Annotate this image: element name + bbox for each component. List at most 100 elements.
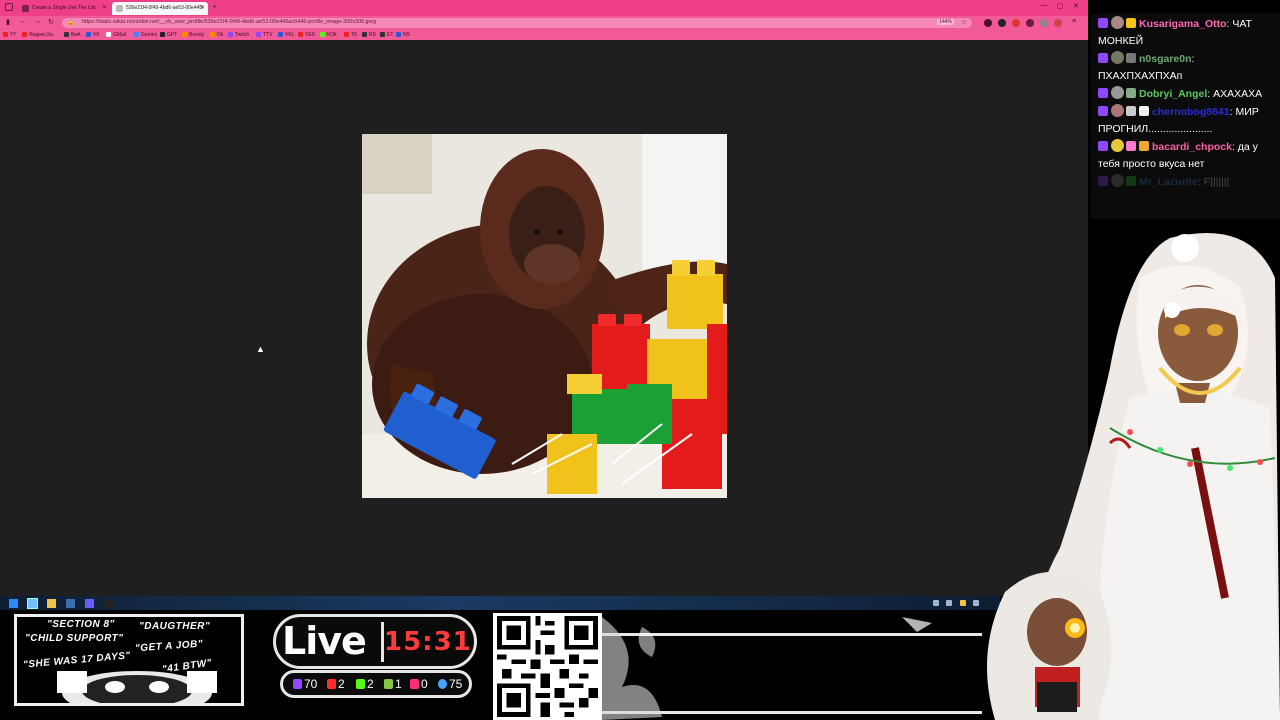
forward-icon[interactable]: →: [34, 18, 41, 25]
menu-icon[interactable]: ≡: [1072, 18, 1076, 25]
tab-label: 536e21f4-0f49-4bd6-ae53-00e445: [126, 5, 203, 11]
kick-viewers: 2: [356, 677, 374, 691]
bookmark-item[interactable]: RS: [362, 32, 376, 38]
kick-icon: [356, 679, 365, 689]
bookmark-item[interactable]: VK: [86, 32, 100, 38]
browser-toolbar: ▮ ← → ↻ 🔒 https://static.wikia.nocookie.…: [0, 16, 1088, 30]
bookmark-item[interactable]: ТК: [344, 32, 357, 38]
chat-username[interactable]: Mr_Lazurite: [1139, 176, 1198, 188]
tray-icon[interactable]: [946, 600, 952, 606]
badge-icon: [1126, 53, 1136, 63]
crying-face-icon: [57, 671, 217, 703]
user-icon: [438, 679, 447, 689]
chat-username[interactable]: Kusarigama_Otto: [1139, 18, 1227, 30]
tab-tier-list[interactable]: Create a Single Use Tier List ✕: [18, 2, 110, 15]
sidebar-toggle-icon[interactable]: ▮: [6, 18, 10, 26]
folder-icon[interactable]: [47, 599, 56, 608]
youtube-icon: [327, 679, 336, 689]
close-icon[interactable]: ✕: [102, 2, 107, 15]
extension-icon[interactable]: [984, 19, 992, 27]
subscriber-badge-icon: [1098, 88, 1108, 98]
search-icon[interactable]: [27, 598, 38, 609]
profile-icon[interactable]: [1054, 19, 1062, 27]
new-tab-icon[interactable]: +: [212, 2, 217, 11]
meme-text: "DAUGTHER": [139, 621, 211, 632]
back-icon[interactable]: ←: [20, 18, 27, 25]
bookmark-item[interactable]: Gemini: [134, 32, 157, 38]
chat-message: Mr_Lazurite: F|||||||: [1098, 174, 1276, 191]
twitch-viewers: 70: [293, 677, 317, 691]
tray-icon[interactable]: [960, 600, 966, 606]
bookmark-item[interactable]: YES: [298, 32, 315, 38]
bookmark-item[interactable]: TTV: [256, 32, 272, 38]
favicon-icon: [22, 5, 29, 12]
minimize-icon[interactable]: —: [1036, 2, 1052, 9]
tab-menu-icon[interactable]: [5, 3, 13, 11]
bookmark-item[interactable]: ET: [380, 32, 393, 38]
chat-message: chernobog8641: МИР ПРОГНИЛ..............…: [1098, 104, 1259, 135]
live-indicator: Live 15:31: [273, 614, 477, 669]
avatar: [1111, 104, 1124, 117]
tray-icon[interactable]: [933, 600, 939, 606]
tab-image[interactable]: 536e21f4-0f49-4bd6-ae53-00e445 ✕: [112, 2, 208, 15]
bookmark-item[interactable]: Яндекс.Ка: [22, 32, 53, 38]
avatar: [1111, 86, 1124, 99]
app-icon[interactable]: [66, 599, 75, 608]
bookmark-item[interactable]: Boosty: [182, 32, 204, 38]
orangutan-lego-image[interactable]: [362, 134, 727, 498]
app-icon[interactable]: [85, 599, 94, 608]
zoom-indicator[interactable]: 144%: [937, 19, 954, 25]
vkplay-viewers: 0: [410, 677, 428, 691]
stream-chat: Kusarigama_Otto: ЧАТ МОНКЕЙ n0sgare0n: П…: [1091, 14, 1280, 218]
qr-code[interactable]: [493, 613, 602, 720]
badge-icon: [1139, 141, 1149, 151]
address-bar[interactable]: 🔒 https://static.wikia.nocookie.net/__cb…: [62, 18, 972, 28]
avatar: [1111, 16, 1124, 29]
rumble-viewers: 1: [384, 677, 402, 691]
meme-panel: "SECTION 8" "DAUGTHER" "CHILD SUPPORT" "…: [14, 614, 244, 706]
stream-clock: 15:31: [381, 622, 471, 662]
extension-icon[interactable]: [998, 19, 1006, 27]
badge-icon: [1126, 141, 1136, 151]
orangutan-illustration: [362, 134, 727, 498]
crown-badge-icon: [1126, 18, 1136, 28]
meme-text: "CHILD SUPPORT": [25, 633, 124, 644]
windows-start-icon[interactable]: [9, 599, 18, 608]
chat-username[interactable]: n0sgare0n: [1139, 53, 1192, 65]
bookmark-item[interactable]: Twitch: [228, 32, 249, 38]
bookmark-star-icon[interactable]: ☆: [961, 18, 967, 26]
subscriber-badge-icon: [1098, 53, 1108, 63]
bookmark-item[interactable]: Ok: [210, 32, 223, 38]
badge-icon: [1126, 88, 1136, 98]
chat-username[interactable]: bacardi_chpock: [1152, 141, 1232, 153]
bookmark-item[interactable]: YT: [3, 32, 16, 38]
bookmark-item[interactable]: GPT: [160, 32, 177, 38]
bookmark-item[interactable]: КОК: [320, 32, 337, 38]
bookmark-item[interactable]: ВиА: [64, 32, 80, 38]
url-text: https://static.wikia.nocookie.net/__cb_u…: [82, 19, 377, 25]
reload-icon[interactable]: ↻: [48, 18, 54, 26]
bookmark-item[interactable]: GMail: [106, 32, 126, 38]
chat-username[interactable]: chernobog8641: [1152, 106, 1230, 118]
chat-message: Dobryi_Angel: АХАХАХА: [1098, 86, 1276, 103]
image-viewer: ▲: [0, 40, 1088, 596]
chat-message: bacardi_chpock: да у тебя просто вкуса н…: [1098, 139, 1258, 170]
tab-label: Create a Single Use Tier List: [32, 5, 96, 11]
bookmark-item[interactable]: NS: [396, 32, 410, 38]
close-window-icon[interactable]: ✕: [1068, 2, 1084, 10]
shield-icon[interactable]: [1012, 19, 1020, 27]
bookmark-item[interactable]: VKL: [278, 32, 294, 38]
chat-username[interactable]: Dobryi_Angel: [1139, 88, 1207, 100]
live-label: Live: [282, 619, 367, 663]
avatar: [1111, 174, 1124, 187]
vkplay-icon: [410, 679, 419, 689]
banner-frame: [602, 617, 982, 720]
maximize-icon[interactable]: ▢: [1052, 2, 1068, 10]
viewer-stats: 70 2 2 1 0 75: [280, 670, 472, 698]
heart-icon[interactable]: [1026, 19, 1034, 27]
close-icon[interactable]: ✕: [200, 2, 205, 15]
app-icon[interactable]: [104, 599, 113, 608]
tab-bar: Create a Single Use Tier List ✕ 536e21f4…: [0, 0, 1088, 16]
badge-icon: [1126, 106, 1136, 116]
download-icon[interactable]: [1040, 19, 1048, 27]
